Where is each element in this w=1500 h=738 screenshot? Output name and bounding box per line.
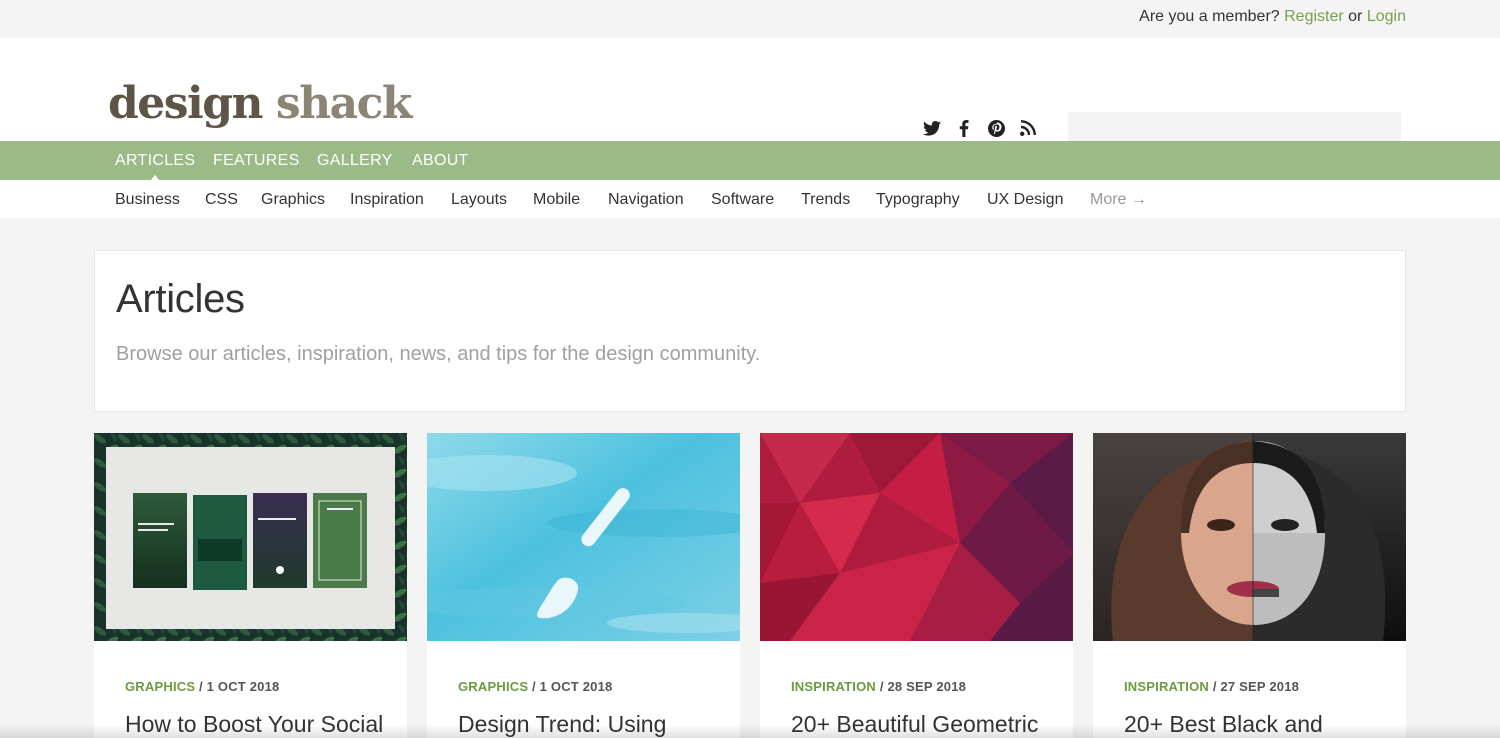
article-thumbnail-watercolor[interactable] [427, 433, 740, 641]
nav-item-articles[interactable]: ARTICLES [115, 141, 196, 181]
twitter-icon[interactable] [922, 118, 942, 138]
nav-item-label: ARTICLES [115, 152, 196, 169]
article-category[interactable]: INSPIRATION [1124, 679, 1209, 694]
article-date: / 1 OCT 2018 [528, 679, 613, 694]
category-trends[interactable]: Trends [801, 180, 850, 218]
article-date: / 27 SEP 2018 [1209, 679, 1300, 694]
category-ux-design[interactable]: UX Design [987, 180, 1063, 218]
nav-item-label: ABOUT [412, 152, 469, 169]
logo-design: design [108, 78, 264, 129]
member-bar: Are you a member? Register or Login [0, 0, 1500, 38]
article-card[interactable]: INSPIRATION / 28 SEP 2018 20+ Beautiful … [760, 433, 1073, 738]
article-thumbnail-social-templates[interactable] [94, 433, 407, 641]
article-date: / 1 OCT 2018 [195, 679, 280, 694]
category-inspiration[interactable]: Inspiration [350, 180, 424, 218]
member-or: or [1348, 8, 1363, 25]
login-link[interactable]: Login [1367, 8, 1406, 25]
articles-intro: Articles Browse our articles, inspiratio… [94, 250, 1406, 412]
article-thumbnail-portrait[interactable] [1093, 433, 1406, 641]
article-meta: INSPIRATION / 28 SEP 2018 [791, 679, 966, 694]
article-card[interactable]: INSPIRATION / 27 SEP 2018 20+ Best Black… [1093, 433, 1406, 738]
member-question: Are you a member? [1139, 8, 1280, 25]
pinterest-icon[interactable] [986, 118, 1006, 138]
register-link[interactable]: Register [1284, 8, 1344, 25]
category-software[interactable]: Software [711, 180, 774, 218]
category-css[interactable]: CSS [205, 180, 238, 218]
category-navigation[interactable]: Navigation [608, 180, 684, 218]
article-thumbnail-geometric[interactable] [760, 433, 1073, 641]
category-layouts[interactable]: Layouts [451, 180, 507, 218]
category-typography[interactable]: Typography [876, 180, 960, 218]
page-subtitle: Browse our articles, inspiration, news, … [116, 343, 761, 365]
article-category[interactable]: GRAPHICS [125, 679, 195, 694]
site-header: design shack [0, 38, 1500, 148]
nav-item-gallery[interactable]: GALLERY [317, 141, 393, 180]
main-nav: ARTICLES FEATURES GALLERY ABOUT [0, 141, 1500, 181]
facebook-icon[interactable] [954, 118, 974, 138]
article-date: / 28 SEP 2018 [876, 679, 967, 694]
site-logo[interactable]: design shack [108, 82, 412, 126]
logo-shack: shack [275, 78, 413, 129]
category-business[interactable]: Business [115, 180, 180, 218]
more-categories-link[interactable]: More → [1090, 180, 1147, 218]
bottom-shadow [0, 724, 1500, 738]
article-meta: INSPIRATION / 27 SEP 2018 [1124, 679, 1299, 694]
nav-item-label: GALLERY [317, 152, 393, 169]
nav-item-features[interactable]: FEATURES [213, 141, 300, 180]
category-nav: Business CSS Graphics Inspiration Layout… [0, 180, 1500, 218]
article-category[interactable]: GRAPHICS [458, 679, 528, 694]
article-category[interactable]: INSPIRATION [791, 679, 876, 694]
rss-icon[interactable] [1018, 118, 1038, 138]
article-card[interactable]: GRAPHICS / 1 OCT 2018 How to Boost Your … [94, 433, 407, 738]
article-meta: GRAPHICS / 1 OCT 2018 [125, 679, 279, 694]
article-meta: GRAPHICS / 1 OCT 2018 [458, 679, 612, 694]
member-prompt: Are you a member? Register or Login [1139, 8, 1406, 26]
nav-item-about[interactable]: ABOUT [412, 141, 469, 180]
category-graphics[interactable]: Graphics [261, 180, 325, 218]
social-links [922, 118, 1038, 138]
page-title: Articles [116, 277, 245, 321]
nav-item-label: FEATURES [213, 152, 300, 169]
article-card[interactable]: GRAPHICS / 1 OCT 2018 Design Trend: Usin… [427, 433, 740, 738]
category-mobile[interactable]: Mobile [533, 180, 580, 218]
